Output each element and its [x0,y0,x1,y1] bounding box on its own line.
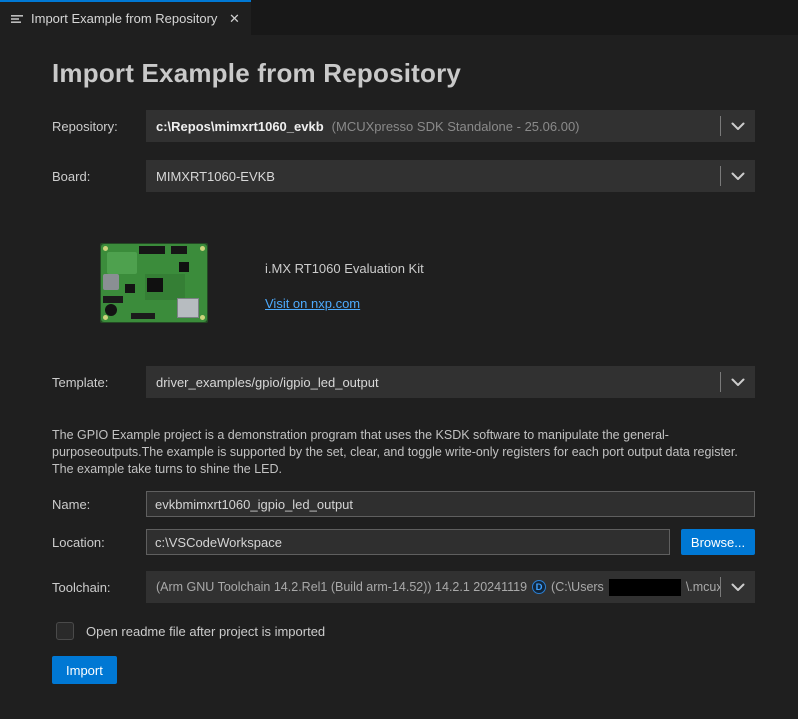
import-example-page: Import Example from Repository Repositor… [0,58,798,684]
tab-title: Import Example from Repository [31,11,217,26]
list-preview-icon [10,12,24,26]
nxp-link[interactable]: Visit on nxp.com [265,296,360,311]
toolchain-value: (Arm GNU Toolchain 14.2.Rel1 (Build arm-… [156,580,527,594]
repository-select[interactable]: c:\Repos\mimxrt1060_evkb (MCUXpresso SDK… [146,110,755,142]
chevron-down-icon[interactable] [721,172,755,181]
readme-checkbox-label: Open readme file after project is import… [86,624,325,639]
default-toolchain-badge-icon: D [532,580,546,594]
toolchain-label: Toolchain: [52,580,146,595]
browse-button[interactable]: Browse... [681,529,755,555]
import-button[interactable]: Import [52,656,117,684]
template-description: The GPIO Example project is a demonstrat… [52,427,755,478]
toolchain-row: Toolchain: (Arm GNU Toolchain 14.2.Rel1 … [52,571,755,603]
readme-row: Open readme file after project is import… [56,622,755,640]
template-select[interactable]: driver_examples/gpio/igpio_led_output [146,366,755,398]
board-label: Board: [52,169,146,184]
repository-detail: (MCUXpresso SDK Standalone - 25.06.00) [332,119,580,134]
template-row: Template: driver_examples/gpio/igpio_led… [52,366,755,398]
chevron-down-icon[interactable] [721,122,755,131]
location-row: Location: Browse... [52,529,755,555]
page-title: Import Example from Repository [52,58,755,89]
name-row: Name: [52,491,755,517]
repository-row: Repository: c:\Repos\mimxrt1060_evkb (MC… [52,110,755,142]
tab-bar: Import Example from Repository ✕ [0,0,798,35]
chevron-down-icon[interactable] [721,583,755,592]
board-row: Board: MIMXRT1060-EVKB [52,160,755,192]
name-label: Name: [52,497,146,512]
repository-value: c:\Repos\mimxrt1060_evkb [156,119,324,134]
board-select[interactable]: MIMXRT1060-EVKB [146,160,755,192]
template-value: driver_examples/gpio/igpio_led_output [156,375,379,390]
tab-import-example[interactable]: Import Example from Repository ✕ [0,0,251,35]
close-icon[interactable]: ✕ [224,9,244,29]
location-label: Location: [52,535,146,550]
toolchain-select[interactable]: (Arm GNU Toolchain 14.2.Rel1 (Build arm-… [146,571,755,603]
name-input[interactable] [146,491,755,517]
board-photo [100,243,208,323]
chevron-down-icon[interactable] [721,378,755,387]
template-label: Template: [52,375,146,390]
location-input[interactable] [146,529,670,555]
repository-label: Repository: [52,119,146,134]
toolchain-path-suffix: \.mcuxp [686,580,720,594]
board-kit-title: i.MX RT1060 Evaluation Kit [265,261,424,276]
toolchain-path-prefix: (C:\Users [551,580,604,594]
board-value: MIMXRT1060-EVKB [156,169,275,184]
readme-checkbox[interactable] [56,622,74,640]
redacted-user-path [609,579,681,596]
board-info-section: i.MX RT1060 Evaluation Kit Visit on nxp.… [100,243,755,323]
